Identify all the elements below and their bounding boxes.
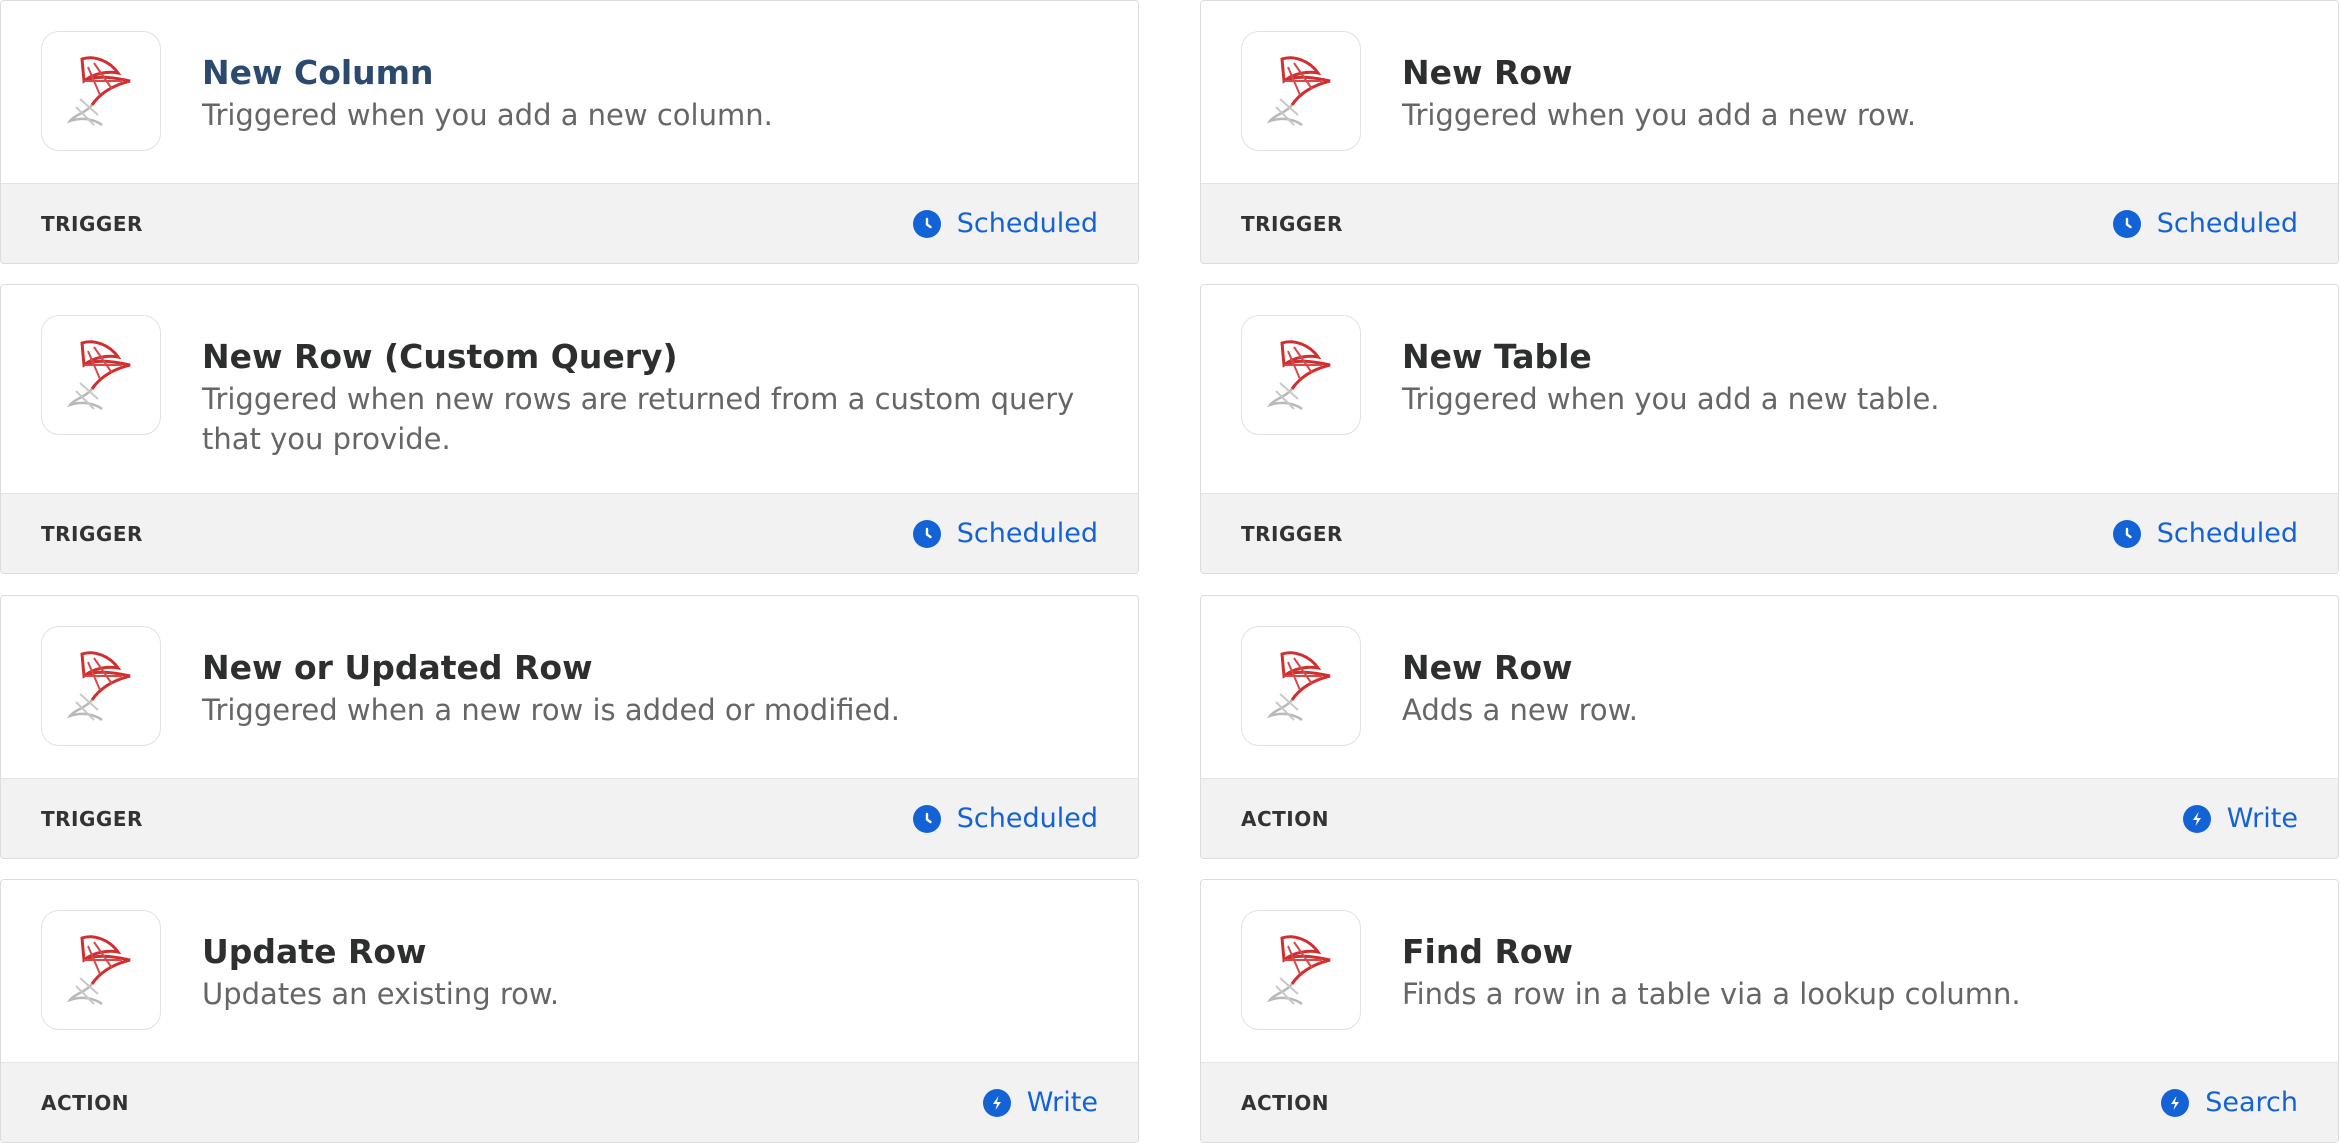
card-badge: Scheduled bbox=[912, 803, 1098, 834]
sql-server-logo-icon bbox=[66, 56, 131, 127]
card-find-row[interactable]: Find Row Finds a row in a table via a lo… bbox=[1200, 879, 2339, 1143]
clock-icon bbox=[912, 209, 941, 238]
card-description: Triggered when you add a new column. bbox=[202, 98, 773, 132]
card-text: Find Row Finds a row in a table via a lo… bbox=[1402, 930, 2278, 1014]
card-kind: TRIGGER bbox=[41, 521, 143, 546]
sql-server-logo-icon bbox=[1266, 935, 1331, 1006]
card-description: Triggered when you add a new table. bbox=[1402, 382, 1940, 416]
card-badge-label: Scheduled bbox=[956, 803, 1098, 834]
card-badge-label: Scheduled bbox=[2156, 208, 2298, 239]
sql-server-app-icon bbox=[41, 626, 161, 746]
card-footer: TRIGGER Scheduled bbox=[1, 493, 1138, 573]
card-footer: ACTION Search bbox=[1201, 1062, 2338, 1142]
card-body: New Row (Custom Query) Triggered when ne… bbox=[1, 285, 1138, 495]
clock-icon bbox=[912, 519, 941, 548]
sql-server-logo-icon bbox=[1266, 651, 1331, 722]
card-description: Triggered when you add a new row. bbox=[1402, 98, 1917, 132]
card-badge-label: Scheduled bbox=[956, 208, 1098, 239]
card-badge-label: Scheduled bbox=[956, 518, 1098, 549]
lightning-icon bbox=[982, 1088, 1011, 1117]
card-kind: TRIGGER bbox=[41, 211, 143, 236]
card-text: New Row Triggered when you add a new row… bbox=[1402, 51, 2278, 135]
card-title: New Column bbox=[202, 53, 434, 92]
card-text: New Row (Custom Query) Triggered when ne… bbox=[202, 335, 1078, 459]
card-title: Update Row bbox=[202, 932, 427, 971]
card-footer: TRIGGER Scheduled bbox=[1, 183, 1138, 263]
card-update-row[interactable]: Update Row Updates an existing row. ACTI… bbox=[0, 879, 1139, 1143]
sql-server-logo-icon bbox=[1266, 56, 1331, 127]
card-badge: Write bbox=[982, 1087, 1098, 1118]
card-new-or-updated-row[interactable]: New or Updated Row Triggered when a new … bbox=[0, 595, 1139, 859]
card-description: Triggered when new rows are returned fro… bbox=[202, 382, 1075, 456]
sql-server-app-icon bbox=[1241, 626, 1361, 746]
card-description: Adds a new row. bbox=[1402, 693, 1638, 727]
sql-server-logo-icon bbox=[66, 340, 131, 411]
card-kind: ACTION bbox=[1241, 806, 1329, 831]
sql-server-logo-icon bbox=[1266, 340, 1331, 411]
card-body: New Column Triggered when you add a new … bbox=[1, 1, 1138, 185]
card-footer: ACTION Write bbox=[1, 1062, 1138, 1142]
sql-server-logo-icon bbox=[66, 651, 131, 722]
lightning-icon bbox=[2161, 1088, 2190, 1117]
lightning-icon bbox=[2182, 804, 2211, 833]
card-text: New or Updated Row Triggered when a new … bbox=[202, 646, 1078, 730]
card-badge-label: Scheduled bbox=[2156, 518, 2298, 549]
card-description: Updates an existing row. bbox=[202, 977, 560, 1011]
card-title: New Table bbox=[1402, 337, 1592, 376]
card-badge-label: Write bbox=[1026, 1087, 1098, 1118]
sql-server-app-icon bbox=[1241, 910, 1361, 1030]
card-footer: TRIGGER Scheduled bbox=[1, 778, 1138, 858]
card-title: Find Row bbox=[1402, 932, 1574, 971]
sql-server-app-icon bbox=[41, 910, 161, 1030]
card-text: New Row Adds a new row. bbox=[1402, 646, 2278, 730]
sql-server-app-icon bbox=[41, 315, 161, 435]
card-badge-label: Write bbox=[2226, 803, 2298, 834]
card-body: New Row Triggered when you add a new row… bbox=[1201, 1, 2338, 185]
card-new-row-custom-query[interactable]: New Row (Custom Query) Triggered when ne… bbox=[0, 284, 1139, 574]
sql-server-logo-icon bbox=[66, 935, 131, 1006]
card-text: New Column Triggered when you add a new … bbox=[202, 51, 1078, 135]
card-body: New Row Adds a new row. bbox=[1201, 596, 2338, 780]
card-text: Update Row Updates an existing row. bbox=[202, 930, 1078, 1014]
card-new-column[interactable]: New Column Triggered when you add a new … bbox=[0, 0, 1139, 264]
card-badge-label: Search bbox=[2205, 1087, 2298, 1118]
card-title: New Row bbox=[1402, 53, 1573, 92]
card-kind: ACTION bbox=[41, 1090, 129, 1115]
card-body: New or Updated Row Triggered when a new … bbox=[1, 596, 1138, 780]
card-footer: TRIGGER Scheduled bbox=[1201, 493, 2338, 573]
card-new-row[interactable]: New Row Triggered when you add a new row… bbox=[1200, 0, 2339, 264]
card-badge: Scheduled bbox=[2112, 518, 2298, 549]
sql-server-app-icon bbox=[1241, 315, 1361, 435]
clock-icon bbox=[2112, 209, 2141, 238]
card-footer: ACTION Write bbox=[1201, 778, 2338, 858]
sql-server-app-icon bbox=[1241, 31, 1361, 151]
card-description: Triggered when a new row is added or mod… bbox=[202, 693, 901, 727]
card-body: Update Row Updates an existing row. bbox=[1, 880, 1138, 1064]
card-badge: Scheduled bbox=[2112, 208, 2298, 239]
clock-icon bbox=[2112, 519, 2141, 548]
card-new-table[interactable]: New Table Triggered when you add a new t… bbox=[1200, 284, 2339, 574]
card-kind: ACTION bbox=[1241, 1090, 1329, 1115]
clock-icon bbox=[912, 804, 941, 833]
card-title: New Row (Custom Query) bbox=[202, 337, 678, 376]
sql-server-app-icon bbox=[41, 31, 161, 151]
card-badge: Scheduled bbox=[912, 208, 1098, 239]
app-actions-grid: New Column Triggered when you add a new … bbox=[0, 0, 2341, 1143]
card-kind: TRIGGER bbox=[1241, 521, 1343, 546]
card-body: New Table Triggered when you add a new t… bbox=[1201, 285, 2338, 495]
card-kind: TRIGGER bbox=[41, 806, 143, 831]
card-footer: TRIGGER Scheduled bbox=[1201, 183, 2338, 263]
card-description: Finds a row in a table via a lookup colu… bbox=[1402, 977, 2021, 1011]
card-badge: Search bbox=[2161, 1087, 2298, 1118]
card-badge: Scheduled bbox=[912, 518, 1098, 549]
card-text: New Table Triggered when you add a new t… bbox=[1402, 335, 2278, 419]
card-title: New or Updated Row bbox=[202, 648, 593, 687]
card-title: New Row bbox=[1402, 648, 1573, 687]
card-kind: TRIGGER bbox=[1241, 211, 1343, 236]
card-new-row-action[interactable]: New Row Adds a new row. ACTION Write bbox=[1200, 595, 2339, 859]
card-badge: Write bbox=[2182, 803, 2298, 834]
card-body: Find Row Finds a row in a table via a lo… bbox=[1201, 880, 2338, 1064]
